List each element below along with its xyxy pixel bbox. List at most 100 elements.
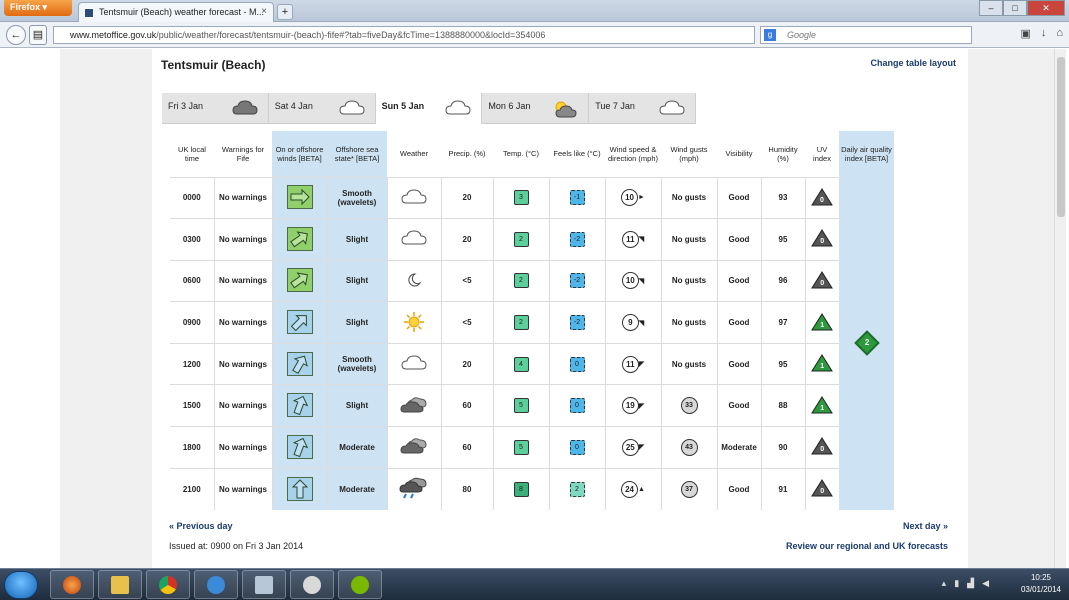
wind-speed-circle: 9 xyxy=(621,314,639,332)
weather-sun-icon xyxy=(403,311,425,335)
warnings-cell-value: No warnings xyxy=(218,359,267,369)
warnings-cell-value: No warnings xyxy=(218,484,267,494)
visibility-cell-value: Good xyxy=(728,234,750,244)
humidity-cell: 88 xyxy=(761,384,806,427)
home-icon[interactable]: ⌂ xyxy=(1056,27,1063,40)
sea-state-cell-value: Slight xyxy=(345,276,369,286)
time-cell: 1800 xyxy=(170,426,215,469)
forecast-row: 1200 No warnings Smooth (wavelets) 20 4 0 11 ◤ N… xyxy=(170,342,894,385)
battery-icon[interactable]: ▮ xyxy=(954,578,959,589)
sea-state-cell-value: Slight xyxy=(345,318,369,328)
gust-circle: 43 xyxy=(680,438,698,456)
gusts-cell: 43 xyxy=(661,426,718,469)
visibility-cell: Moderate xyxy=(717,426,762,469)
clock[interactable]: 10:25 03/01/2014 xyxy=(1021,572,1061,596)
minimize-button[interactable]: – xyxy=(979,0,1003,16)
weather-moon-icon xyxy=(406,273,422,290)
feels-like-badge: -2 xyxy=(569,231,585,247)
sea-state-cell-value: Slight xyxy=(345,401,369,411)
temp-badge: 8 xyxy=(513,481,529,497)
firefox-menu-label: Firefox xyxy=(10,2,41,12)
wind-direction-icon: ◥ xyxy=(638,277,645,285)
sea-state-cell: Slight xyxy=(327,301,388,344)
taskbar-chrome[interactable] xyxy=(146,570,190,599)
forecast-row: 0000 No warnings Smooth (wavelets) 20 3 -1 10 ►… xyxy=(170,176,894,510)
next-day-link[interactable]: Next day » xyxy=(903,521,948,531)
time-cell-value: 0000 xyxy=(182,193,201,203)
warnings-cell-value: No warnings xyxy=(218,401,267,411)
weather-cell xyxy=(387,384,442,427)
close-tab-icon[interactable]: × xyxy=(261,6,267,17)
wind-speed-cell: 19 ◤ xyxy=(605,384,662,427)
search-box[interactable]: g Google xyxy=(760,26,972,44)
header-wind-speed: Wind speed & direction (mph) xyxy=(607,144,659,163)
onshore-wind-cell xyxy=(272,467,328,510)
metoffice-favicon-icon xyxy=(84,8,94,18)
uv-triangle-icon: 0 xyxy=(811,271,834,289)
tab-day-3[interactable]: Mon 6 Jan xyxy=(482,93,590,124)
temp-cell: 2 xyxy=(493,218,550,261)
wind-speed-cell: 9 ◥ xyxy=(605,301,662,344)
change-table-layout-link[interactable]: Change table layout xyxy=(870,58,956,68)
cloud-dark-icon xyxy=(232,100,258,118)
header-humidity: Humidity (%) xyxy=(768,144,798,163)
network-icon[interactable]: ▟ xyxy=(967,578,974,589)
taskbar-calculator[interactable] xyxy=(242,570,286,599)
cloud-icon xyxy=(339,100,365,118)
time-cell-value: 1500 xyxy=(182,401,201,411)
tab-day-1[interactable]: Sat 4 Jan xyxy=(269,93,376,124)
weather-dark-cloud-icon xyxy=(400,438,428,457)
review-forecasts-link[interactable]: Review our regional and UK forecasts xyxy=(786,541,948,551)
back-button[interactable]: ← xyxy=(6,25,26,45)
download-icon[interactable]: ↓ xyxy=(1041,27,1047,40)
forecast-row: 1500 No warnings Slight 60 5 0 19 ◤ 33 Good 88 1 xyxy=(170,384,894,427)
bookmarks-icon[interactable]: ▣ xyxy=(1020,27,1030,40)
humidity-cell-value: 95 xyxy=(778,359,788,369)
volume-icon[interactable]: ◀ xyxy=(982,578,989,589)
precip-cell: 20 xyxy=(441,218,494,261)
wind-speed-circle: 11 xyxy=(621,230,639,248)
time-cell: 2100 xyxy=(170,467,215,510)
close-window-button[interactable]: ✕ xyxy=(1027,0,1065,16)
page-scrollbar[interactable] xyxy=(1054,49,1066,568)
gusts-cell: No gusts xyxy=(661,218,718,261)
maximize-button[interactable]: □ xyxy=(1003,0,1027,16)
folder-icon xyxy=(111,576,129,594)
tab-day-0[interactable]: Fri 3 Jan xyxy=(162,93,269,124)
gusts-value: No gusts xyxy=(671,359,707,369)
wind-speed-indicator: 11 ◤ xyxy=(621,355,644,373)
previous-day-link[interactable]: « Previous day xyxy=(169,521,233,531)
header-wind-gusts: Wind gusts (mph) xyxy=(670,144,708,163)
warnings-cell: No warnings xyxy=(214,467,273,510)
time-cell-value: 2100 xyxy=(182,484,201,494)
taskbar-paint[interactable] xyxy=(290,570,334,599)
url-bar[interactable]: www.metoffice.gov.uk/public/weather/fore… xyxy=(53,26,755,44)
tab-day-2[interactable]: Sun 5 Jan xyxy=(375,93,483,124)
humidity-cell: 90 xyxy=(761,426,806,469)
taskbar-explorer[interactable] xyxy=(98,570,142,599)
time-cell-value: 0900 xyxy=(182,318,201,328)
sea-state-cell-value: Smooth (wavelets) xyxy=(337,355,377,374)
firefox-menu-button[interactable]: Firefox ▾ xyxy=(4,0,72,16)
time-cell: 0300 xyxy=(170,218,215,261)
day-tab-label: Sun 5 Jan xyxy=(381,101,425,111)
scrollbar-thumb[interactable] xyxy=(1057,57,1065,217)
tab-day-4[interactable]: Tue 7 Jan xyxy=(589,93,696,124)
browser-tab[interactable]: Tentsmuir (Beach) weather forecast - M..… xyxy=(78,2,274,22)
tray-arrow-icon[interactable]: ▴ xyxy=(942,578,947,589)
gusts-value: No gusts xyxy=(671,193,707,203)
wind-speed-cell: 10 ► xyxy=(605,176,662,219)
paint-icon xyxy=(303,576,321,594)
visibility-cell-value: Good xyxy=(728,359,750,369)
gusts-value: No gusts xyxy=(671,234,707,244)
start-button[interactable] xyxy=(4,571,38,599)
forecast-content: Tentsmuir (Beach) Change table layout Fr… xyxy=(152,49,968,568)
taskbar-ie[interactable] xyxy=(194,570,238,599)
taskbar-spotify[interactable] xyxy=(338,570,382,599)
precip-cell-value: 60 xyxy=(462,401,472,411)
wind-speed-indicator: 25 ◤ xyxy=(621,438,644,456)
feels-like-badge: 0 xyxy=(569,439,585,455)
internet-explorer-icon xyxy=(207,576,225,594)
taskbar-firefox[interactable] xyxy=(50,570,94,599)
new-tab-button[interactable]: + xyxy=(277,4,293,20)
